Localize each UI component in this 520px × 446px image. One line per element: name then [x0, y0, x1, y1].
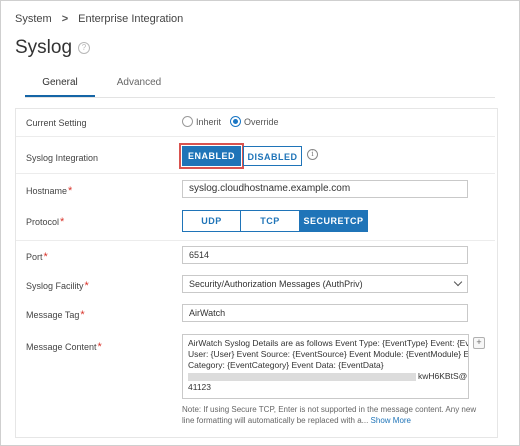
enabled-button[interactable]: ENABLED	[179, 143, 244, 169]
syslog-integration-label-text: Syslog Integration	[26, 153, 99, 163]
syslog-facility-value: Security/Authorization Messages (AuthPri…	[189, 279, 363, 289]
secure-tcp-note: Note: If using Secure TCP, Enter is not …	[182, 404, 477, 426]
disabled-button[interactable]: DISABLED	[243, 146, 302, 166]
current-setting-radio-group: Inherit Override	[182, 116, 288, 127]
tab-advanced[interactable]: Advanced	[105, 73, 173, 95]
breadcrumb: System > Enterprise Integration	[15, 13, 183, 25]
required-marker: *	[43, 251, 48, 263]
syslog-integration-label: Syslog Integration	[26, 153, 98, 163]
message-content-tail: kwH6KBtS@	[418, 371, 468, 381]
radio-override[interactable]: Override	[230, 116, 279, 127]
message-tag-label: Message Tag*	[26, 309, 85, 321]
message-content-label-text: Message Content	[26, 342, 97, 352]
divider	[16, 240, 495, 241]
required-marker: *	[68, 185, 73, 197]
divider	[16, 173, 495, 174]
message-tag-label-text: Message Tag	[26, 310, 80, 320]
current-setting-label: Current Setting	[26, 118, 87, 128]
chevron-right-icon: >	[61, 13, 69, 25]
message-content-label: Message Content*	[26, 341, 102, 353]
radio-inherit[interactable]: Inherit	[182, 116, 221, 127]
message-content-line: AirWatch Syslog Details are as follows E…	[188, 338, 469, 348]
protocol-securetcp-button[interactable]: SECURETCP	[300, 210, 368, 232]
message-content-textarea[interactable]: AirWatch Syslog Details are as follows E…	[182, 334, 469, 399]
radio-inherit-circle[interactable]	[182, 116, 193, 127]
breadcrumb-system[interactable]: System	[15, 13, 52, 25]
tab-bar: General Advanced	[25, 73, 495, 98]
protocol-udp-button[interactable]: UDP	[182, 210, 241, 232]
hostname-label: Hostname*	[26, 185, 72, 197]
chevron-down-icon[interactable]	[453, 277, 463, 287]
note-text: Note: If using Secure TCP, Enter is not …	[182, 405, 477, 425]
hostname-input[interactable]: syslog.cloudhostname.example.com	[182, 180, 468, 198]
divider	[16, 136, 495, 137]
required-marker: *	[84, 280, 89, 292]
message-content-line: 41123	[188, 382, 212, 392]
required-marker: *	[97, 341, 102, 353]
message-tag-input[interactable]: AirWatch	[182, 304, 468, 322]
show-more-link[interactable]: Show More	[371, 416, 411, 425]
insert-lookup-button[interactable]: +	[473, 337, 485, 349]
protocol-label: Protocol*	[26, 216, 64, 228]
required-marker: *	[60, 216, 65, 228]
page-title: Syslog	[15, 37, 73, 58]
syslog-facility-label: Syslog Facility*	[26, 280, 89, 292]
hostname-label-text: Hostname	[26, 186, 68, 196]
info-icon[interactable]: i	[307, 149, 318, 160]
tab-general[interactable]: General	[25, 73, 95, 97]
syslog-facility-select[interactable]: Security/Authorization Messages (AuthPri…	[182, 275, 468, 293]
port-label-text: Port	[26, 252, 43, 262]
port-label: Port*	[26, 251, 48, 263]
message-content-line: kwH6KBtS@	[188, 371, 467, 382]
message-content-line: Category: {EventCategory} Event Data: {E…	[188, 360, 384, 370]
required-marker: *	[80, 309, 85, 321]
protocol-tcp-button[interactable]: TCP	[241, 210, 300, 232]
message-content-line: User: {User} Event Source: {EventSource}…	[188, 349, 469, 359]
breadcrumb-enterprise-integration[interactable]: Enterprise Integration	[78, 13, 183, 25]
page-title-container: Syslog ?	[15, 37, 91, 59]
radio-override-label: Override	[244, 116, 279, 127]
radio-override-circle[interactable]	[230, 116, 242, 127]
help-icon[interactable]: ?	[78, 42, 91, 54]
port-input[interactable]: 6514	[182, 246, 468, 264]
current-setting-label-text: Current Setting	[26, 118, 87, 128]
syslog-settings-window: System > Enterprise Integration Syslog ?…	[0, 0, 520, 446]
syslog-facility-label-text: Syslog Facility	[26, 281, 84, 291]
radio-inherit-label: Inherit	[196, 116, 222, 127]
redacted-text	[188, 372, 416, 381]
protocol-label-text: Protocol	[26, 217, 60, 227]
